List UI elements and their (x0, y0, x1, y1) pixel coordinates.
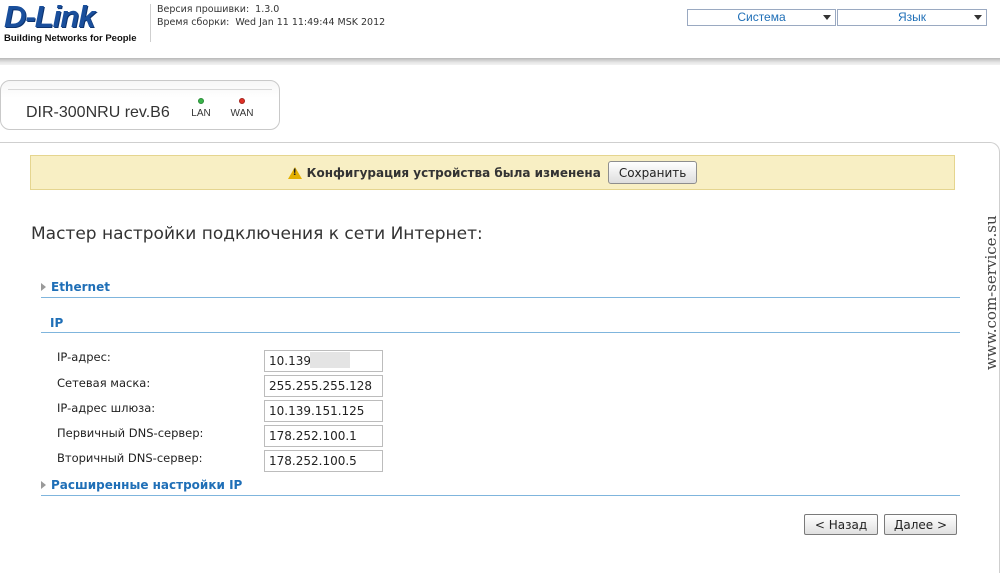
section-ethernet[interactable]: Ethernet (41, 280, 110, 294)
wan-led-icon (239, 98, 245, 104)
firmware-info: Версия прошивки: 1.3.0 Время сборки: Wed J… (157, 3, 385, 29)
chevron-down-icon (823, 15, 831, 20)
device-model-name: DIR-300NRU rev.B6 (26, 104, 170, 121)
top-header: D-Link Building Networks for People Верс… (0, 0, 1000, 58)
header-shadow (0, 58, 1000, 65)
language-menu-dropdown[interactable]: Язык (837, 9, 987, 26)
firmware-version-label: Версия прошивки: (157, 4, 250, 15)
system-menu-dropdown[interactable]: Система (687, 9, 836, 26)
secondary-dns-field[interactable]: 178.252.100.5 (264, 450, 383, 472)
device-tab-line (8, 80, 272, 90)
logo-tagline: Building Networks for People (4, 33, 137, 44)
language-menu-label: Язык (897, 10, 927, 24)
section-ethernet-label: Ethernet (51, 280, 110, 294)
header-divider (150, 4, 151, 42)
lan-label: LAN (191, 108, 211, 119)
gateway-field[interactable]: 10.139.151.125 (264, 400, 383, 422)
section-divider (41, 332, 960, 333)
expand-arrow-icon (41, 480, 46, 489)
build-time-label: Время сборки: (157, 17, 230, 28)
secondary-dns-label: Вторичный DNS-сервер: (57, 451, 203, 465)
ip-address-label: IP-адрес: (57, 350, 111, 364)
section-ip-label: IP (50, 316, 64, 330)
netmask-label: Сетевая маска: (57, 376, 151, 390)
lan-led-icon (198, 98, 204, 104)
section-advanced-ip[interactable]: Расширенные настройки IP (41, 478, 242, 492)
back-button[interactable]: < Назад (804, 514, 878, 535)
save-button[interactable]: Сохранить (607, 161, 698, 184)
expand-arrow-icon (41, 282, 46, 291)
primary-dns-field[interactable]: 178.252.100.1 (264, 425, 383, 447)
netmask-field[interactable]: 255.255.255.128 (264, 375, 383, 397)
section-ip: IP (50, 316, 63, 330)
firmware-version-value: 1.3.0 (255, 4, 280, 15)
watermark-text: www.com-service.su (982, 215, 1000, 370)
section-divider (41, 495, 960, 496)
system-menu-label: Система (737, 10, 786, 24)
config-changed-notice: Конфигурация устройства была изменена Со… (30, 155, 955, 190)
section-advanced-ip-label: Расширенные настройки IP (51, 478, 243, 492)
dlink-logo: D-Link Building Networks for People (4, 0, 144, 44)
chevron-down-icon (974, 15, 982, 20)
build-time-value: Wed Jan 11 11:49:44 MSK 2012 (235, 17, 386, 28)
next-button[interactable]: Далее > (884, 514, 957, 535)
section-divider (41, 297, 960, 298)
redacted-overlay (310, 352, 350, 368)
wan-label: WAN (230, 108, 254, 119)
lan-indicator: LAN (186, 98, 216, 119)
gateway-label: IP-адрес шлюза: (57, 401, 156, 415)
wan-indicator: WAN (227, 98, 257, 119)
main-panel (0, 142, 1000, 573)
logo-brand: D-Link (4, 0, 95, 34)
primary-dns-label: Первичный DNS-сервер: (57, 426, 204, 440)
warning-icon (287, 166, 302, 179)
notice-text: Конфигурация устройства была изменена (306, 165, 601, 180)
page-title: Мастер настройки подключения к сети Инте… (31, 224, 483, 244)
